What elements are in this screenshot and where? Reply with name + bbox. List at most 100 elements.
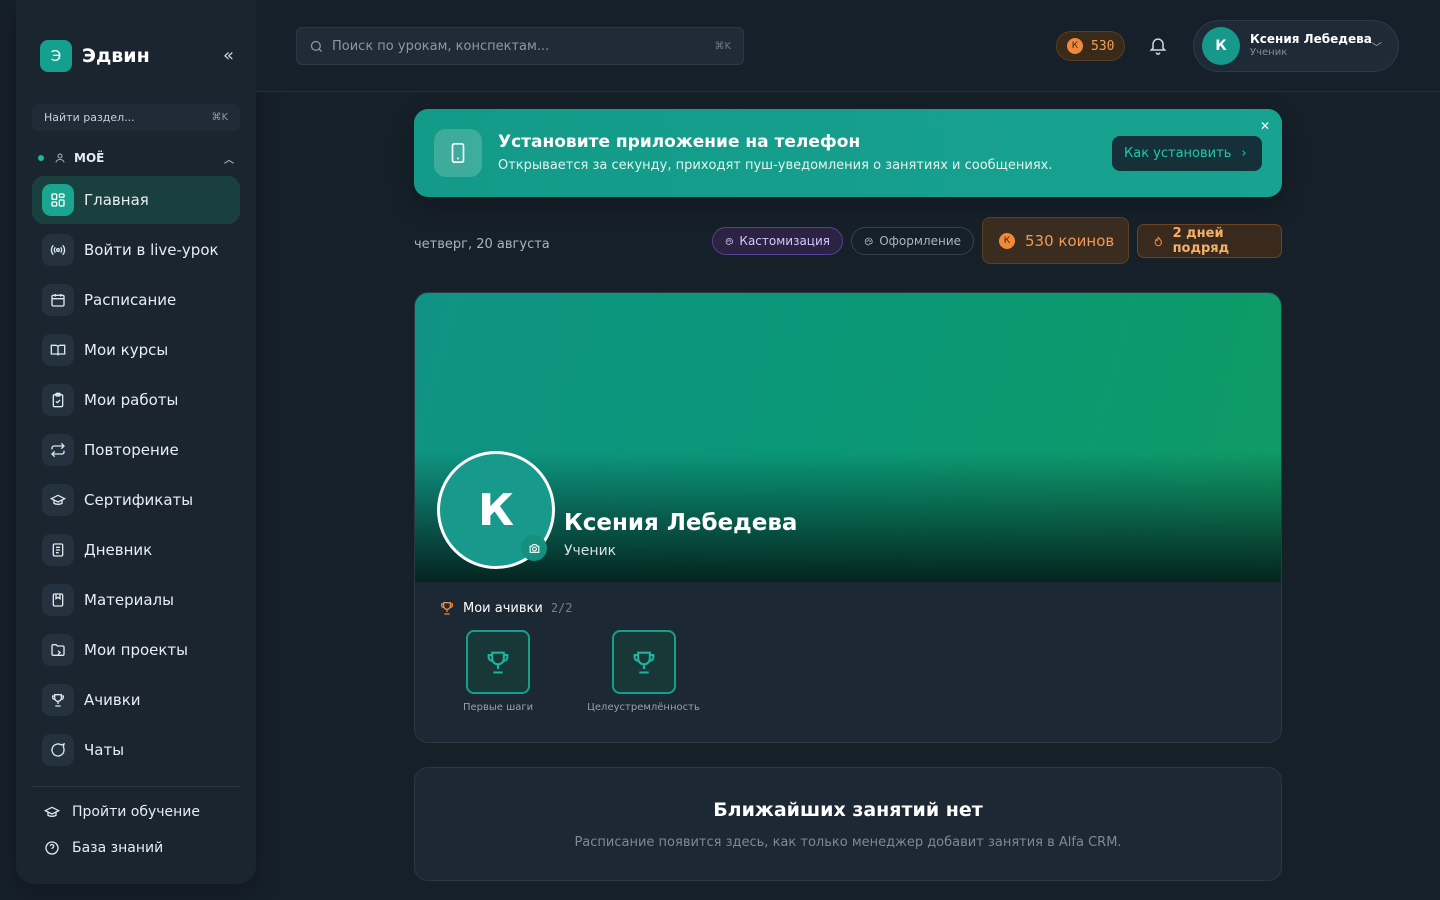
- install-app-banner: Установите приложение на телефон Открыва…: [414, 109, 1282, 197]
- sidebar-item-repetition[interactable]: Повторение: [32, 426, 240, 474]
- graduation-cap-icon: [44, 806, 60, 817]
- broadcast-icon: [42, 234, 74, 266]
- user-menu[interactable]: К Ксения Лебедева Ученик ﹀: [1193, 20, 1399, 72]
- chat-icon: [42, 734, 74, 766]
- coin-icon: К: [999, 232, 1015, 249]
- sidebar-link-knowledge-base[interactable]: База знаний: [44, 840, 163, 856]
- sidebar-item-label: Главная: [84, 191, 149, 209]
- profile-role: Ученик: [564, 543, 617, 559]
- chevron-down-icon: ﹀: [1371, 41, 1382, 54]
- trophy-icon: [466, 630, 531, 694]
- customize-label: Кастомизация: [739, 234, 830, 248]
- close-icon[interactable]: ✕: [1260, 119, 1270, 133]
- sidebar-link-training[interactable]: Пройти обучение: [44, 804, 200, 820]
- sidebar-divider: [32, 786, 240, 787]
- sidebar-item-schedule[interactable]: Расписание: [32, 276, 240, 324]
- sidebar-item-label: Ачивки: [84, 691, 141, 709]
- how-to-install-button[interactable]: Как установить ›: [1112, 136, 1262, 171]
- collapse-sidebar-button[interactable]: «: [223, 44, 234, 68]
- trophy-icon: [441, 602, 453, 615]
- sidebar-item-diary[interactable]: Дневник: [32, 526, 240, 574]
- folder-icon: [42, 634, 74, 666]
- theme-label: Оформление: [879, 234, 961, 248]
- flame-icon: [1154, 236, 1162, 246]
- section-title: МОЁ: [74, 151, 105, 165]
- chevron-up-icon: ︿: [224, 154, 234, 166]
- user-role: Ученик: [1250, 47, 1288, 58]
- coins-balance[interactable]: К 530 коинов: [982, 217, 1129, 264]
- coin-icon: К: [1067, 38, 1083, 54]
- sidebar-item-label: Дневник: [84, 541, 153, 559]
- sidebar-item-live-lesson[interactable]: Войти в live-урок: [32, 226, 240, 274]
- topbar: Поиск по урокам, конспектам... ⌘K К 530 …: [256, 0, 1440, 92]
- trophy-icon: [42, 684, 74, 716]
- global-search-input[interactable]: Поиск по урокам, конспектам... ⌘K: [296, 27, 744, 65]
- brand-logo: Э: [40, 40, 72, 72]
- achievements-count: 2/2: [550, 601, 573, 615]
- coins-badge[interactable]: К 530: [1056, 31, 1125, 61]
- theme-button[interactable]: Оформление: [851, 227, 974, 255]
- sidebar-search-placeholder: Найти раздел...: [44, 111, 135, 124]
- sidebar-link-label: Пройти обучение: [72, 804, 201, 820]
- lessons-empty-subtitle: Расписание появится здесь, как только ме…: [574, 835, 1122, 850]
- repeat-icon: [42, 434, 74, 466]
- coins-balance-label: 530 коинов: [1025, 231, 1115, 250]
- achievement-first-steps[interactable]: Первые шаги: [463, 630, 533, 713]
- section-dot: [38, 155, 44, 161]
- customize-button[interactable]: Кастомизация: [712, 227, 843, 255]
- global-search-shortcut: ⌘K: [714, 40, 731, 52]
- sidebar-item-chats[interactable]: Чаты: [32, 726, 240, 774]
- banner-title: Установите приложение на телефон: [498, 132, 861, 152]
- grid-icon: [42, 184, 74, 216]
- sidebar-item-label: Мои курсы: [84, 341, 169, 359]
- help-circle-icon: [45, 841, 59, 855]
- sidebar: Э Эдвин « Найти раздел... ⌘K МОЁ ︿ Главн…: [16, 0, 256, 884]
- notifications-button[interactable]: [1148, 34, 1168, 60]
- chevron-right-icon: ›: [1241, 146, 1247, 161]
- palette-icon: [725, 237, 733, 245]
- sidebar-link-label: База знаний: [72, 840, 164, 856]
- phone-icon: [434, 129, 482, 177]
- global-search-placeholder: Поиск по урокам, конспектам...: [332, 38, 550, 54]
- upcoming-lessons-card: Ближайших занятий нет Расписание появитс…: [414, 767, 1282, 881]
- achievement-dedication[interactable]: Целеустремлённость: [586, 630, 701, 713]
- sidebar-item-home[interactable]: Главная: [32, 176, 240, 224]
- sidebar-item-courses[interactable]: Мои курсы: [32, 326, 240, 374]
- sidebar-item-label: Расписание: [84, 291, 177, 309]
- lessons-empty-title: Ближайших занятий нет: [713, 799, 983, 821]
- user-icon: [55, 153, 65, 163]
- profile-name: Ксения Лебедева: [564, 510, 798, 536]
- sidebar-item-label: Сертификаты: [84, 491, 194, 509]
- sidebar-item-label: Материалы: [84, 591, 174, 609]
- sidebar-item-materials[interactable]: Материалы: [32, 576, 240, 624]
- sidebar-item-label: Войти в live-урок: [84, 241, 219, 259]
- bookmark-book-icon: [42, 584, 74, 616]
- section-header-mine[interactable]: МОЁ ︿: [38, 148, 234, 168]
- calendar-icon: [42, 284, 74, 316]
- book-open-icon: [42, 334, 74, 366]
- sidebar-item-achievements[interactable]: Ачивки: [32, 676, 240, 724]
- palette-icon: [864, 237, 873, 245]
- brand[interactable]: Э Эдвин: [40, 40, 150, 72]
- sidebar-item-projects[interactable]: Мои проекты: [32, 626, 240, 674]
- sidebar-item-label: Мои работы: [84, 391, 179, 409]
- avatar: К: [1202, 27, 1240, 65]
- streak-badge[interactable]: 2 дней подряд: [1137, 224, 1282, 258]
- graduation-cap-icon: [42, 484, 74, 516]
- banner-subtitle: Открывается за секунду, приходят пуш-уве…: [498, 158, 1053, 173]
- brand-name: Эдвин: [82, 45, 150, 67]
- achievement-label: Первые шаги: [463, 702, 534, 713]
- sidebar-item-label: Повторение: [84, 441, 179, 459]
- notebook-icon: [42, 534, 74, 566]
- sidebar-search-shortcut: ⌘K: [211, 112, 228, 123]
- how-to-install-label: Как установить: [1124, 146, 1232, 161]
- camera-icon[interactable]: [521, 535, 547, 561]
- sidebar-item-certificates[interactable]: Сертификаты: [32, 476, 240, 524]
- sidebar-search-input[interactable]: Найти раздел... ⌘K: [32, 104, 240, 131]
- sidebar-item-label: Чаты: [84, 741, 125, 759]
- sidebar-item-works[interactable]: Мои работы: [32, 376, 240, 424]
- current-date: четверг, 20 августа: [414, 237, 550, 252]
- achievements-title: Мои ачивки: [463, 600, 543, 616]
- profile-card: К Ксения Лебедева Ученик Мои ачивки 2/2 …: [414, 292, 1282, 743]
- streak-label: 2 дней подряд: [1172, 226, 1230, 256]
